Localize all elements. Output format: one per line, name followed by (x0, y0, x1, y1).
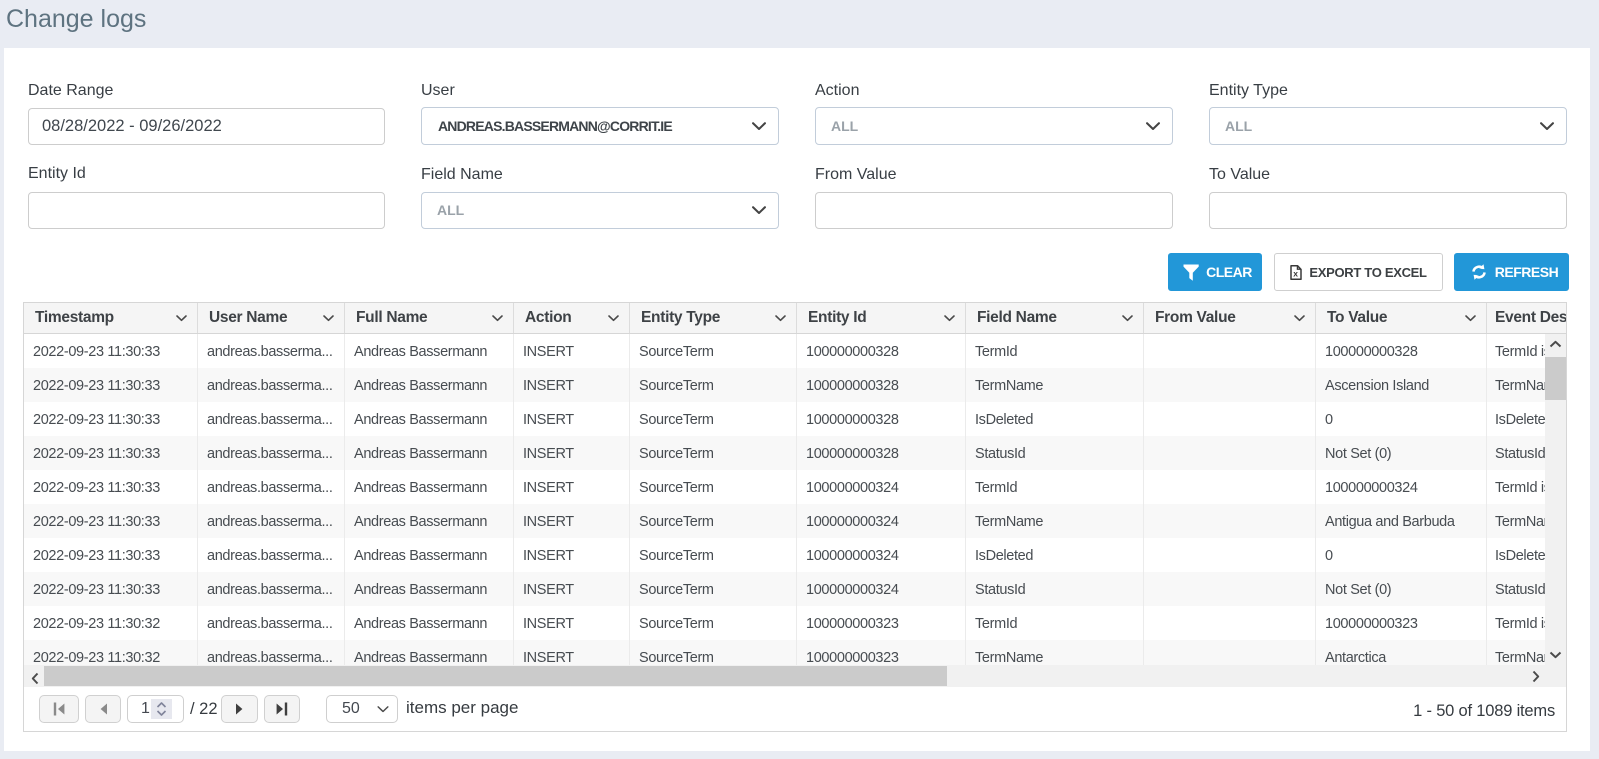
svg-text:x: x (1294, 268, 1299, 278)
